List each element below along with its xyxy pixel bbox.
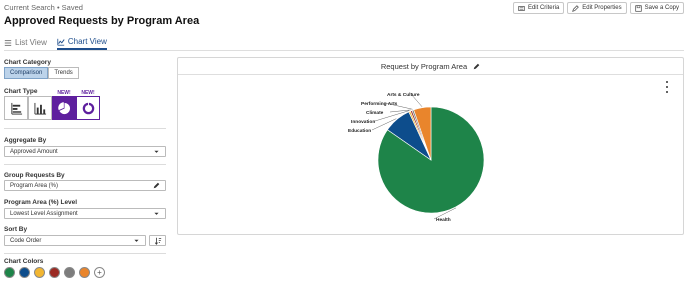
caret-down-icon	[154, 212, 159, 215]
pie-chart-button[interactable]	[52, 96, 76, 120]
section-divider	[4, 253, 166, 254]
caret-down-icon	[134, 239, 139, 242]
save-icon	[634, 4, 642, 12]
sort-by-select[interactable]: Code Order	[4, 235, 146, 246]
save-copy-button[interactable]: Save a Copy	[629, 2, 684, 14]
chart-colors-row: +	[4, 267, 105, 278]
line-chart-icon	[57, 38, 65, 46]
view-tabs: List View Chart View	[4, 37, 107, 50]
pie-slice-label: Performing Arts	[361, 101, 398, 107]
edit-criteria-button[interactable]: Edit Criteria	[512, 2, 565, 14]
vertical-bar-chart-button[interactable]	[28, 96, 52, 120]
aggregate-by-select[interactable]: Approved Amount	[4, 146, 166, 157]
save-copy-label: Save a Copy	[644, 5, 679, 11]
pie-slice-label: Education	[348, 128, 371, 134]
add-color-button[interactable]: +	[94, 267, 105, 278]
color-swatch[interactable]	[79, 267, 90, 278]
pencil-icon	[153, 182, 160, 189]
color-swatch[interactable]	[4, 267, 15, 278]
horizontal-bar-icon	[10, 102, 22, 115]
program-area-level-value: Lowest Level Assignment	[10, 210, 78, 217]
tab-divider	[4, 50, 684, 51]
group-by-value: Program Area (%)	[10, 182, 59, 189]
edit-criteria-label: Edit Criteria	[527, 5, 560, 11]
sort-by-value: Code Order	[10, 237, 42, 244]
program-area-level-select[interactable]: Lowest Level Assignment	[4, 208, 166, 219]
chart-category-label: Chart Category	[4, 59, 51, 66]
chart-panel: Request by Program Area Health Education I…	[177, 57, 684, 235]
search-status: Current Search • Saved	[4, 3, 83, 12]
vertical-bar-icon	[33, 102, 46, 115]
tab-chart-view-label: Chart View	[67, 37, 107, 46]
edit-properties-button[interactable]: Edit Properties	[567, 2, 627, 14]
group-by-label: Group Requests By	[4, 172, 65, 179]
pie-slice-label: Climate	[366, 110, 384, 116]
chart-category-toggle: Comparison Trends	[4, 67, 79, 79]
pie-slice-label: Health	[436, 217, 451, 223]
sort-by-row: Code Order	[4, 235, 166, 246]
pencil-icon	[572, 4, 580, 12]
header-actions: Edit Criteria Edit Properties Save a Cop…	[512, 2, 684, 14]
list-edit-icon	[518, 5, 525, 11]
pie-slice-label: Arts & Culture	[387, 92, 420, 98]
horizontal-bar-chart-button[interactable]	[4, 96, 28, 120]
donut-chart-button[interactable]	[76, 96, 100, 120]
pie-slice-label: Innovation	[351, 119, 375, 125]
list-icon	[4, 39, 12, 46]
color-swatch[interactable]	[34, 267, 45, 278]
donut-chart-icon	[82, 101, 94, 114]
section-divider	[4, 128, 166, 129]
aggregate-by-label: Aggregate By	[4, 137, 47, 144]
category-trends-button[interactable]: Trends	[48, 67, 79, 79]
chart-type-label: Chart Type	[4, 88, 38, 95]
sort-order-icon	[154, 237, 161, 245]
section-divider	[4, 164, 166, 165]
aggregate-by-value: Approved Amount	[10, 148, 58, 155]
caret-down-icon	[154, 150, 159, 153]
color-swatch[interactable]	[64, 267, 75, 278]
color-swatch[interactable]	[19, 267, 30, 278]
category-comparison-button[interactable]: Comparison	[4, 67, 49, 79]
tab-list-view[interactable]: List View	[4, 37, 47, 50]
color-swatch[interactable]	[49, 267, 60, 278]
edit-properties-label: Edit Properties	[582, 5, 622, 11]
page-title: Approved Requests by Program Area	[4, 15, 200, 27]
pie-chart-icon	[57, 101, 70, 114]
plus-icon: +	[97, 267, 102, 277]
sort-by-label: Sort By	[4, 226, 28, 233]
chart-colors-label: Chart Colors	[4, 258, 44, 265]
chart-type-selector	[4, 96, 100, 120]
group-by-field[interactable]: Program Area (%)	[4, 180, 166, 191]
tab-chart-view[interactable]: Chart View	[56, 37, 107, 50]
program-area-level-label: Program Area (%) Level	[4, 199, 78, 206]
sort-direction-button[interactable]	[149, 235, 166, 246]
pie-chart: Health Education Innovation Climate Performi…	[348, 92, 485, 223]
tab-list-view-label: List View	[15, 38, 47, 47]
